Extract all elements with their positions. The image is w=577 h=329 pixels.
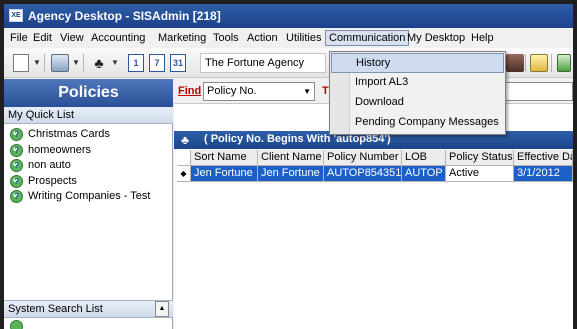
- calendar-week-icon[interactable]: 7: [149, 54, 165, 72]
- question-icon: ?: [10, 159, 23, 172]
- menu-bar: File Edit View Accounting Marketing Tool…: [4, 28, 573, 48]
- search-dropdown-arrow-icon[interactable]: ▼: [111, 58, 119, 76]
- new-document-icon[interactable]: [13, 54, 29, 72]
- chevron-down-icon[interactable]: ▼: [303, 87, 311, 96]
- question-icon: ?: [10, 128, 23, 141]
- toolbar-separator: [525, 54, 526, 72]
- app-logo-icon: XE: [9, 9, 23, 22]
- menu-item-pending-company-messages[interactable]: Pending Company Messages: [331, 113, 504, 133]
- table-cell[interactable]: Active: [446, 166, 514, 182]
- quick-list: ? Christmas Cards ? homeowners ? non auto ?…: [4, 127, 173, 205]
- menu-communication[interactable]: Communication: [325, 30, 410, 46]
- row-selected-icon[interactable]: ◆: [177, 166, 191, 182]
- column-header-client-name[interactable]: Client Name: [258, 150, 324, 166]
- quick-list-header: My Quick List: [4, 107, 173, 124]
- find-type-label: T: [322, 85, 329, 97]
- title-bar: XE Agency Desktop - SISAdmin [218]: [4, 4, 573, 28]
- export-icon[interactable]: [557, 54, 571, 72]
- edit-note-icon[interactable]: [530, 54, 548, 72]
- menu-utilities[interactable]: Utilities: [283, 31, 324, 47]
- agency-select[interactable]: The Fortune Agency: [200, 53, 326, 73]
- column-header-effective-date[interactable]: Effective Da: [514, 150, 573, 166]
- toolbar-separator: [44, 54, 45, 72]
- menu-tools[interactable]: Tools: [210, 31, 242, 47]
- binoculars-icon: ♣: [181, 133, 189, 147]
- question-icon: ?: [10, 143, 23, 157]
- column-header-policy-status[interactable]: Policy Status: [446, 150, 514, 166]
- quick-list-label: homeowners: [28, 143, 91, 156]
- quick-list-label: Prospects: [28, 174, 77, 187]
- menu-file[interactable]: File: [7, 31, 31, 47]
- quick-list-item[interactable]: ? Writing Companies - Test: [4, 189, 173, 205]
- menu-marketing[interactable]: Marketing: [155, 31, 209, 47]
- binoculars-icon[interactable]: ♣: [90, 54, 108, 72]
- question-icon: ?: [10, 174, 23, 188]
- column-header-sort-name[interactable]: Sort Name: [191, 150, 258, 166]
- toolbar-separator: [551, 54, 552, 72]
- menu-my-desktop[interactable]: My Desktop: [404, 31, 468, 47]
- quick-list-item[interactable]: ? Prospects: [4, 174, 173, 190]
- scroll-up-icon[interactable]: ▲: [155, 301, 169, 317]
- menu-view[interactable]: View: [57, 31, 87, 47]
- find-field-select[interactable]: Policy No. ▼: [203, 82, 315, 101]
- system-search-header: System Search List: [4, 300, 173, 318]
- new-dropdown-arrow-icon[interactable]: ▼: [33, 58, 41, 76]
- policies-header: Policies: [4, 79, 173, 107]
- left-panel: Policies My Quick List ? Christmas Cards …: [4, 79, 173, 329]
- quick-list-item[interactable]: ? Christmas Cards: [4, 127, 173, 143]
- results-grid: Sort Name Client Name Policy Number LOB …: [177, 150, 573, 329]
- print-dropdown-arrow-icon[interactable]: ▼: [72, 58, 80, 76]
- find-label: Find: [178, 85, 202, 97]
- table-cell[interactable]: AUTOP854351: [324, 166, 402, 182]
- menu-edit[interactable]: Edit: [30, 31, 55, 47]
- find-value-input[interactable]: [503, 82, 573, 101]
- column-header-lob[interactable]: LOB: [402, 150, 446, 166]
- question-icon: [10, 320, 23, 329]
- menu-item-import-al3[interactable]: Import AL3: [331, 73, 504, 93]
- quick-list-item[interactable]: ? homeowners: [4, 143, 173, 159]
- table-cell[interactable]: Jen Fortune: [258, 166, 324, 182]
- quick-list-item[interactable]: ? non auto: [4, 158, 173, 174]
- row-selector-header: [177, 150, 191, 166]
- table-cell[interactable]: 3/1/2012: [514, 166, 573, 182]
- table-cell[interactable]: AUTOP: [402, 166, 446, 182]
- question-icon: ?: [10, 190, 23, 203]
- screen-frame: XE Agency Desktop - SISAdmin [218] File …: [0, 0, 577, 329]
- app-window: XE Agency Desktop - SISAdmin [218] File …: [4, 4, 573, 329]
- print-icon[interactable]: [51, 54, 69, 72]
- menu-accounting[interactable]: Accounting: [88, 31, 148, 47]
- find-field-value: Policy No.: [207, 85, 257, 97]
- quick-list-label: Writing Companies - Test: [28, 190, 151, 202]
- column-header-policy-number[interactable]: Policy Number: [324, 150, 402, 166]
- menu-action[interactable]: Action: [244, 31, 281, 47]
- window-title: Agency Desktop - SISAdmin [218]: [28, 9, 221, 23]
- table-cell[interactable]: Jen Fortune: [191, 166, 258, 182]
- communication-menu: History Import AL3 Download Pending Comp…: [329, 51, 506, 135]
- toolbar-tool-icon[interactable]: [506, 54, 524, 72]
- calendar-month-icon[interactable]: 31: [170, 54, 186, 72]
- toolbar-separator: [83, 54, 84, 72]
- menu-item-history[interactable]: History: [331, 53, 504, 73]
- menu-item-download[interactable]: Download: [331, 93, 504, 113]
- menu-help[interactable]: Help: [468, 31, 497, 47]
- quick-list-label: non auto: [28, 159, 71, 171]
- calendar-day-icon[interactable]: 1: [128, 54, 144, 72]
- quick-list-label: Christmas Cards: [28, 128, 110, 140]
